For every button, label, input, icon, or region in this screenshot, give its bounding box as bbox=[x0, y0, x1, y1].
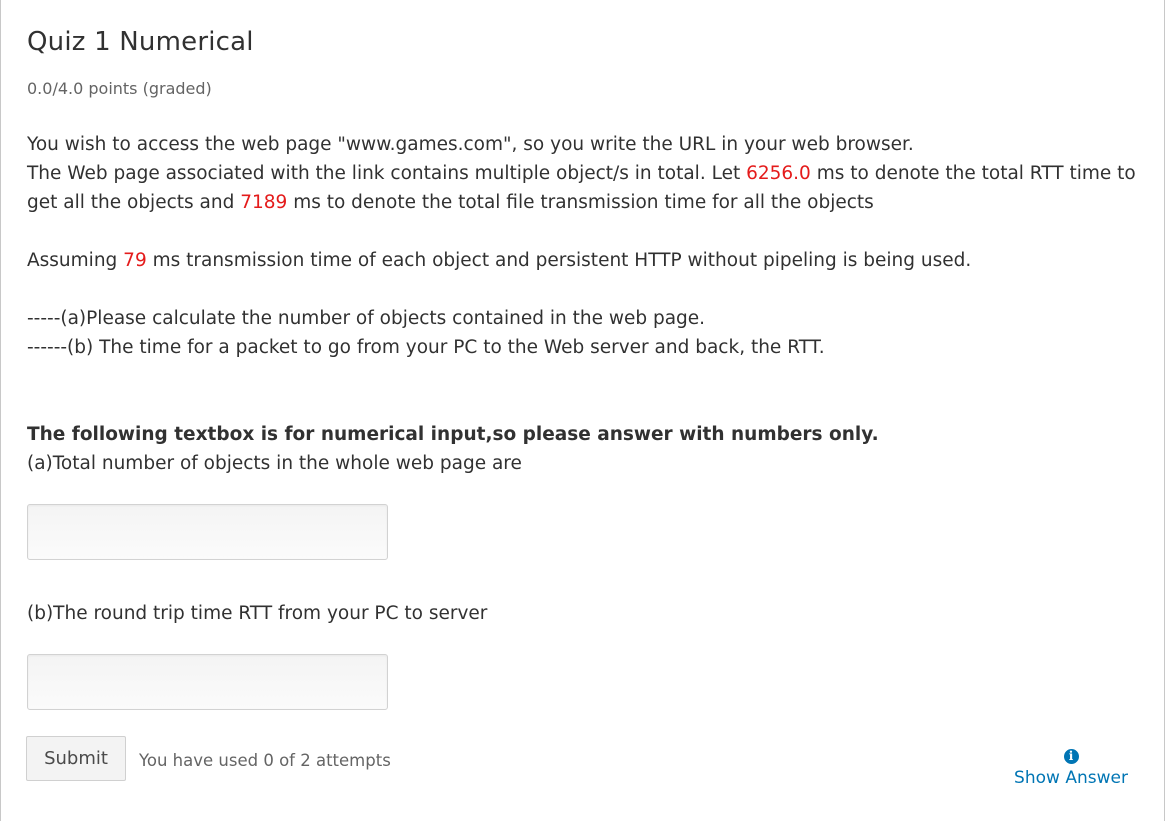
answer-b-label: (b)The round trip time RTT from your PC … bbox=[27, 603, 488, 624]
transmission-total-value: 7189 bbox=[240, 192, 288, 213]
question-line-1: You wish to access the web page "www.gam… bbox=[27, 134, 914, 155]
submit-button[interactable]: Submit bbox=[26, 736, 126, 781]
instructions: The following textbox is for numerical i… bbox=[27, 420, 879, 478]
answer-a-input[interactable] bbox=[27, 504, 388, 560]
points-status: 0.0/4.0 points (graded) bbox=[27, 79, 212, 98]
answer-b-input[interactable] bbox=[27, 654, 388, 710]
question-line-3: Assuming 79 ms transmission time of each… bbox=[27, 250, 972, 271]
attempts-status: You have used 0 of 2 attempts bbox=[139, 751, 391, 770]
question-text: You wish to access the web page "www.gam… bbox=[27, 130, 1147, 362]
question-part-a: -----(a)Please calculate the number of o… bbox=[27, 308, 706, 329]
question-part-b: ------(b) The time for a packet to go fr… bbox=[27, 337, 825, 358]
question-line-2: The Web page associated with the link co… bbox=[27, 163, 1136, 213]
info-icon: i bbox=[1063, 749, 1079, 764]
answer-a-label: (a)Total number of objects in the whole … bbox=[27, 453, 522, 474]
rtt-total-value: 6256.0 bbox=[746, 163, 811, 184]
problem-title: Quiz 1 Numerical bbox=[27, 27, 254, 57]
transmission-each-value: 79 bbox=[123, 250, 147, 271]
show-answer-label: Show Answer bbox=[1014, 768, 1128, 788]
show-answer-button[interactable]: i Show Answer bbox=[1010, 745, 1132, 788]
numerical-input-note: The following textbox is for numerical i… bbox=[27, 424, 879, 445]
